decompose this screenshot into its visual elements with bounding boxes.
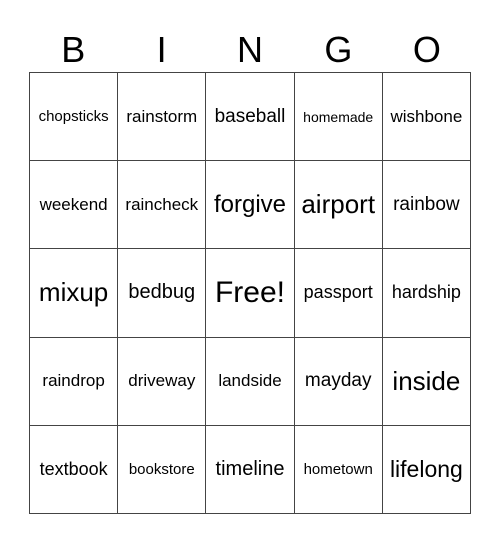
cell-word: baseball <box>214 105 286 127</box>
bingo-cell[interactable]: timeline <box>206 425 295 514</box>
bingo-cell[interactable]: bookstore <box>118 425 207 514</box>
bingo-cell[interactable]: mixup <box>30 249 119 338</box>
bingo-cell[interactable]: forgive <box>206 161 295 250</box>
cell-word: mayday <box>304 370 372 392</box>
cell-word: raincheck <box>125 194 199 214</box>
bingo-cell[interactable]: textbook <box>30 425 119 514</box>
bingo-cell[interactable]: chopsticks <box>30 73 119 162</box>
cell-word: lifelong <box>389 455 463 482</box>
cell-word: passport <box>303 282 373 303</box>
header-letter-n: N <box>237 29 264 70</box>
bingo-cell[interactable]: mayday <box>294 337 383 426</box>
cell-word: raindrop <box>42 371 105 391</box>
bingo-cell[interactable]: rainstorm <box>118 73 207 162</box>
bingo-cell[interactable]: baseball <box>206 73 295 162</box>
cell-word: bookstore <box>128 460 195 478</box>
cell-word: textbook <box>39 458 108 479</box>
header-letter-o: O <box>412 29 441 70</box>
cell-word: hardship <box>391 282 461 303</box>
header-letter-g: G <box>324 29 353 70</box>
bingo-header: B I N G O <box>29 28 471 72</box>
cell-word: driveway <box>128 371 196 391</box>
bingo-cell[interactable]: homemade <box>294 73 383 162</box>
bingo-cell[interactable]: rainbow <box>382 161 471 250</box>
cell-word: mixup <box>38 277 109 308</box>
bingo-cell[interactable]: passport <box>294 249 383 338</box>
bingo-cell[interactable]: driveway <box>118 337 207 426</box>
bingo-cell[interactable]: hometown <box>294 425 383 514</box>
bingo-cell[interactable]: hardship <box>382 249 471 338</box>
bingo-cell[interactable]: inside <box>382 337 471 426</box>
cell-word: wishbone <box>390 106 463 126</box>
bingo-cell[interactable]: bedbug <box>118 249 207 338</box>
cell-word: inside <box>392 365 461 396</box>
cell-word: forgive <box>213 190 287 218</box>
cell-word: chopsticks <box>38 108 109 126</box>
bingo-cell[interactable]: weekend <box>30 161 119 250</box>
bingo-cell[interactable]: airport <box>294 161 383 250</box>
cell-word: weekend <box>39 194 108 214</box>
bingo-grid: chopsticks rainstorm baseball homemade wishb… <box>29 72 471 514</box>
cell-word: airport <box>301 189 376 220</box>
cell-word: rainbow <box>393 193 460 215</box>
cell-word: hometown <box>303 460 373 478</box>
bingo-cell[interactable]: lifelong <box>382 425 471 514</box>
cell-word: Free! <box>214 275 285 309</box>
bingo-cell[interactable]: landside <box>206 337 295 426</box>
bingo-cell[interactable]: raindrop <box>30 337 119 426</box>
cell-word: landside <box>218 371 282 391</box>
cell-word: bedbug <box>128 281 196 304</box>
bingo-cell[interactable]: wishbone <box>382 73 471 162</box>
bingo-cell[interactable]: raincheck <box>118 161 207 250</box>
header-letter-i: I <box>156 29 167 70</box>
free-space-cell[interactable]: Free! <box>206 249 295 338</box>
cell-word: timeline <box>215 457 285 480</box>
cell-word: rainstorm <box>126 106 198 126</box>
header-letter-b: B <box>61 29 86 70</box>
cell-word: homemade <box>303 108 374 125</box>
